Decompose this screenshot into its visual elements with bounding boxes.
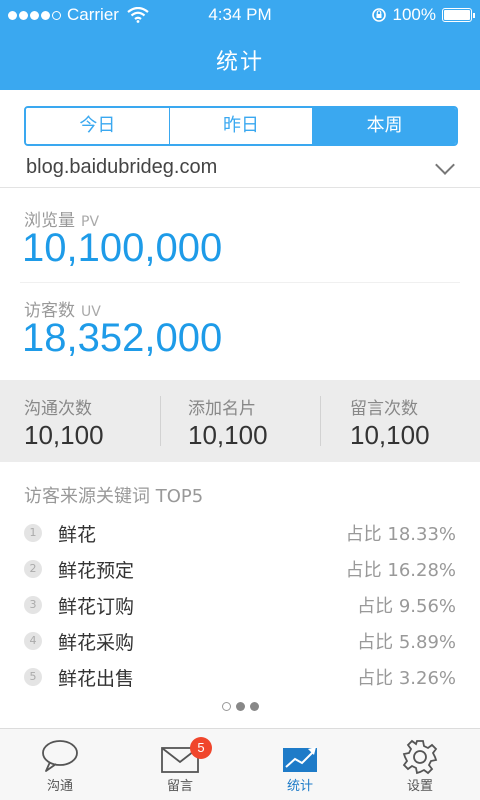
site-selector[interactable]: blog.baidubrideg.com xyxy=(0,148,480,188)
battery-percent: 100% xyxy=(392,5,436,24)
keyword-name: 鲜花 xyxy=(58,524,97,546)
keyword-name: 鲜花采购 xyxy=(58,632,135,654)
battery-icon xyxy=(442,8,475,22)
keyword-share: 占比 16.28% xyxy=(345,560,456,581)
keyword-share: 占比 3.26% xyxy=(357,668,456,689)
tab-label: 留言 xyxy=(166,779,193,794)
page-indicator xyxy=(0,702,480,711)
unread-badge: 5 xyxy=(190,737,212,759)
divider xyxy=(320,396,321,446)
page-dot[interactable] xyxy=(235,702,245,711)
divider xyxy=(20,282,460,283)
keyword-name: 鲜花预定 xyxy=(58,560,135,582)
status-bar: Carrier 4:34 PM 100% xyxy=(0,0,480,30)
keyword-name: 鲜花订购 xyxy=(58,596,135,618)
chevron-down-icon[interactable] xyxy=(435,155,455,175)
uv-value: 18,352,000 xyxy=(22,316,223,360)
summary-band: 沟通次数 10,100 添加名片 10,100 留言次数 10,100 xyxy=(0,380,480,462)
rank-badge: 4 xyxy=(24,632,42,650)
rank-badge: 2 xyxy=(24,560,42,578)
rotation-lock-icon xyxy=(371,8,386,22)
keywords-title: 访客来源关键词 TOP5 xyxy=(24,486,204,507)
list-item: 5 鲜花出售 占比 3.26% xyxy=(0,664,480,698)
segment-today[interactable]: 今日 xyxy=(26,108,170,144)
rank-badge: 5 xyxy=(24,668,42,686)
list-item: 1 鲜花 占比 18.33% xyxy=(0,520,480,554)
tab-chat[interactable]: 沟通 xyxy=(0,729,120,800)
gear-icon xyxy=(402,739,438,775)
segment-this-week[interactable]: 本周 xyxy=(313,108,456,144)
list-item: 4 鲜花采购 占比 5.89% xyxy=(0,628,480,662)
keyword-share: 占比 18.33% xyxy=(345,524,456,545)
segment-yesterday[interactable]: 昨日 xyxy=(169,108,314,144)
tab-messages[interactable]: 5 留言 xyxy=(120,729,240,800)
keyword-share: 占比 9.56% xyxy=(357,596,456,617)
divider xyxy=(160,396,161,446)
tab-statistics[interactable]: 统计 xyxy=(240,729,360,800)
page-title: 统计 xyxy=(215,50,264,75)
page-dot[interactable] xyxy=(221,702,231,711)
keyword-share: 占比 5.89% xyxy=(357,632,456,653)
chart-icon xyxy=(283,747,317,772)
tab-label: 统计 xyxy=(286,779,313,794)
pv-value: 10,100,000 xyxy=(22,226,223,270)
rank-badge: 1 xyxy=(24,524,42,542)
list-item: 3 鲜花订购 占比 9.56% xyxy=(0,592,480,626)
page-dot[interactable] xyxy=(249,702,259,711)
site-domain: blog.baidubrideg.com xyxy=(26,156,218,178)
chat-bubble-icon xyxy=(42,740,78,772)
header: Carrier 4:34 PM 100% 统计 xyxy=(0,0,480,90)
tab-settings[interactable]: 设置 xyxy=(360,729,480,800)
tab-label: 沟通 xyxy=(46,779,73,794)
list-item: 2 鲜花预定 占比 16.28% xyxy=(0,556,480,590)
keyword-name: 鲜花出售 xyxy=(58,668,135,690)
tab-bar: 沟通 5 留言 统计 设置 xyxy=(0,728,480,800)
tab-label: 设置 xyxy=(406,779,433,794)
date-range-segmented-control: 今日 昨日 本周 xyxy=(24,106,458,146)
rank-badge: 3 xyxy=(24,596,42,614)
